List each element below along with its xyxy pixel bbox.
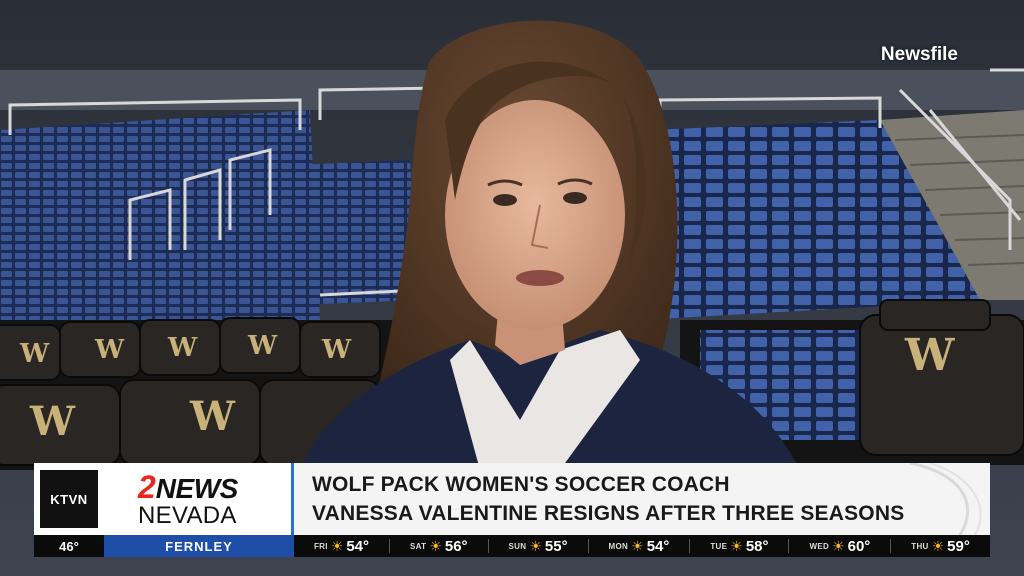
- forecast-day-temp: 54°: [346, 537, 370, 555]
- brand-logo: 2 NEWS NEVADA: [104, 463, 294, 535]
- forecast-day: THU ☀ 59°: [911, 538, 970, 555]
- forecast-day: FRI ☀ 54°: [314, 538, 369, 555]
- forecast-day: WED ☀ 60°: [809, 538, 870, 555]
- forecast-day-temp: 55°: [544, 537, 568, 555]
- svg-text:W: W: [167, 333, 198, 363]
- forecast-day: SAT ☀ 56°: [410, 538, 468, 555]
- sunny-icon: ☀: [931, 538, 945, 554]
- headline-line-1: WOLF PACK WOMEN'S SOCCER COACH: [312, 473, 730, 496]
- headline-line-2: VANESSA VALENTINE RESIGNS AFTER THREE SE…: [312, 502, 905, 525]
- partly-sunny-icon: ☀: [832, 538, 845, 554]
- station-logo: KTVN: [40, 470, 98, 528]
- weather-ticker: 46° FERNLEY FRI ☀ 54° SAT ☀ 56° SUN ☀ 55…: [34, 535, 990, 557]
- station-logo-block: KTVN: [34, 463, 104, 535]
- current-temperature: 46°: [59, 538, 79, 554]
- forecast-day-name: FRI: [313, 541, 328, 551]
- svg-text:W: W: [189, 393, 236, 440]
- brand-region: NEVADA: [138, 501, 237, 529]
- svg-text:W: W: [904, 330, 955, 381]
- partly-sunny-icon: ☀: [529, 538, 542, 554]
- forecast-day-name: SAT: [410, 541, 427, 551]
- forecast-day-name: THU: [911, 541, 929, 551]
- svg-text:W: W: [247, 331, 278, 361]
- svg-text:W: W: [94, 335, 125, 365]
- forecast-divider: [389, 539, 391, 553]
- source-watermark: Newsfile: [880, 44, 958, 65]
- partly-sunny-icon: ☀: [330, 538, 344, 554]
- headline-panel: WOLF PACK WOMEN'S SOCCER COACH VANESSA V…: [294, 463, 990, 535]
- forecast-day-temp: 59°: [947, 537, 970, 555]
- forecast-day-name: TUE: [710, 541, 728, 551]
- forecast-day-name: SUN: [508, 541, 527, 551]
- forecast-day: SUN ☀ 55°: [509, 538, 568, 555]
- forecast-divider: [487, 539, 489, 553]
- forecast-day-temp: 54°: [646, 537, 670, 555]
- forecast-divider: [788, 539, 790, 553]
- svg-text:W: W: [321, 335, 352, 365]
- forecast-divider: [587, 539, 589, 553]
- lower-third: KTVN 2 NEWS NEVADA WOLF PACK WOMEN'S SOC…: [34, 463, 990, 535]
- forecast-day-temp: 58°: [745, 537, 769, 555]
- forecast-strip: FRI ☀ 54° SAT ☀ 56° SUN ☀ 55° MON ☀ 54° …: [294, 538, 990, 555]
- forecast-divider: [890, 539, 892, 553]
- partly-sunny-icon: ☀: [429, 538, 442, 554]
- brand-name: NEWS: [155, 472, 239, 504]
- ticker-city: FERNLEY: [104, 535, 294, 557]
- forecast-day: MON ☀ 54°: [609, 538, 670, 555]
- forecast-day-temp: 56°: [444, 537, 468, 555]
- forecast-day-name: MON: [608, 541, 629, 551]
- forecast-day-name: WED: [809, 541, 830, 551]
- svg-text:W: W: [19, 339, 50, 369]
- svg-text:W: W: [29, 398, 76, 445]
- forecast-divider: [689, 539, 691, 553]
- partly-sunny-icon: ☀: [730, 538, 743, 554]
- forecast-day: TUE ☀ 58°: [710, 538, 768, 555]
- forecast-day-temp: 60°: [847, 537, 871, 555]
- brand-number: 2: [138, 468, 156, 505]
- partly-sunny-icon: ☀: [631, 538, 644, 554]
